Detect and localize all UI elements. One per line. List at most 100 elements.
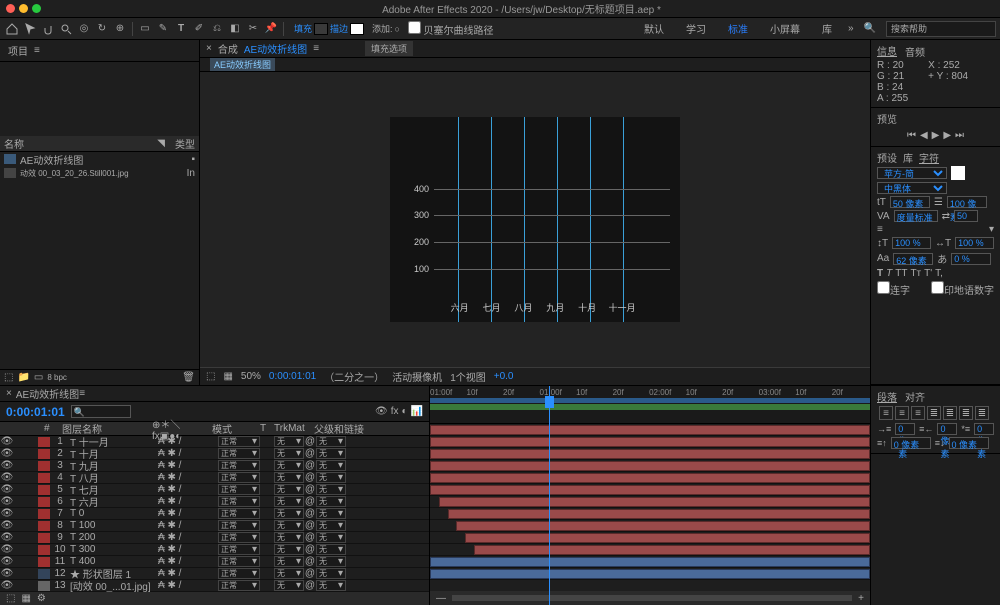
roto-tool-icon[interactable]: ✂	[245, 21, 261, 37]
zoom-dropdown[interactable]: 50%	[241, 371, 261, 382]
toggle-modes-icon[interactable]: ▦	[21, 593, 30, 604]
workspace-tab-learn[interactable]: 学习	[680, 21, 712, 36]
res-icon[interactable]: ▦	[223, 371, 232, 382]
font-size-input[interactable]: 50 像素	[890, 196, 930, 208]
selection-tool-icon[interactable]	[22, 21, 38, 37]
visibility-icon[interactable]: 👁	[0, 448, 14, 459]
project-item-comp[interactable]: AE动效折线图 ▪	[0, 152, 199, 166]
stroke-label[interactable]: 描边	[330, 22, 348, 35]
col-trkmat[interactable]: TrkMat	[272, 423, 312, 434]
blend-mode-dropdown[interactable]: 正常▾	[218, 556, 260, 567]
layer-bar[interactable]	[430, 437, 870, 447]
zoom-in-icon[interactable]: +	[858, 593, 864, 604]
trkmat-dropdown[interactable]: 无▾	[274, 580, 304, 591]
layer-name[interactable]: T 0	[68, 508, 158, 519]
label-color[interactable]	[38, 533, 50, 543]
graph-icon[interactable]: 📊	[411, 406, 423, 417]
justify-all-icon[interactable]: ≣	[975, 406, 989, 420]
visibility-icon[interactable]: 👁	[0, 580, 14, 591]
exposure[interactable]: +0.0	[494, 371, 514, 382]
trash-icon[interactable]: 🗑	[182, 372, 195, 383]
layer-name[interactable]: [动效 00_...01.jpg]	[68, 578, 158, 593]
align-tab[interactable]: 对齐	[905, 389, 925, 404]
search-icon[interactable]: 🔍	[864, 23, 876, 34]
visibility-icon[interactable]: 👁	[0, 544, 14, 555]
layer-bar[interactable]	[474, 545, 870, 555]
layer-bar[interactable]	[465, 533, 870, 543]
label-color[interactable]	[38, 437, 50, 447]
search-input[interactable]: 搜索帮助	[886, 21, 996, 37]
leading-input[interactable]: 100 像素	[947, 196, 987, 208]
trkmat-dropdown[interactable]: 无▾	[274, 484, 304, 495]
font-weight-dropdown[interactable]: 中黑体	[877, 182, 947, 194]
blend-mode-dropdown[interactable]: 正常▾	[218, 496, 260, 507]
composition-canvas[interactable]: 400 300 200 100 六月 七月 八月 九月 十月 十一月	[390, 117, 680, 322]
blend-mode-dropdown[interactable]: 正常▾	[218, 484, 260, 495]
last-frame-icon[interactable]: ⏭	[955, 130, 964, 141]
layer-name[interactable]: T 300	[68, 544, 158, 555]
layer-bar[interactable]	[439, 497, 870, 507]
next-frame-icon[interactable]: ▶	[943, 130, 951, 141]
comp-name-tab[interactable]: AE动效折线图	[244, 41, 307, 56]
parent-dropdown[interactable]: 无▾	[316, 580, 346, 591]
trkmat-dropdown[interactable]: 无▾	[274, 544, 304, 555]
blend-mode-dropdown[interactable]: 正常▾	[218, 436, 260, 447]
fill-color-swatch[interactable]	[951, 166, 965, 180]
blend-mode-dropdown[interactable]: 正常▾	[218, 460, 260, 471]
track-area[interactable]	[430, 424, 870, 591]
layer-bar[interactable]	[456, 521, 870, 531]
fill-swatch[interactable]	[314, 23, 328, 35]
blend-mode-dropdown[interactable]: 正常▾	[218, 568, 260, 579]
anchor-tool-icon[interactable]: ⊕	[112, 21, 128, 37]
blend-mode-dropdown[interactable]: 正常▾	[218, 448, 260, 459]
playhead[interactable]	[549, 386, 550, 605]
layer-row[interactable]: 👁2T 十月₳ ✱ /正常▾无▾@无▾	[0, 448, 429, 460]
ligature-checkbox[interactable]: 连字	[877, 281, 910, 297]
fill-label[interactable]: 填充	[294, 22, 312, 35]
maximize-window-button[interactable]	[32, 4, 41, 13]
minimize-window-button[interactable]	[19, 4, 28, 13]
zoom-slider[interactable]	[452, 595, 852, 601]
visibility-icon[interactable]: 👁	[0, 436, 14, 447]
layer-name[interactable]: T 200	[68, 532, 158, 543]
layer-bar[interactable]	[430, 449, 870, 459]
project-item-image[interactable]: 动效 00_03_20_26.Still001.jpg In	[0, 166, 199, 180]
layer-row[interactable]: 👁11T 400₳ ✱ /正常▾无▾@无▾	[0, 556, 429, 568]
layer-row[interactable]: 👁9T 200₳ ✱ /正常▾无▾@无▾	[0, 532, 429, 544]
viewer-lock-icon[interactable]: ×	[206, 43, 212, 54]
brush-tool-icon[interactable]: ✐	[191, 21, 207, 37]
trkmat-dropdown[interactable]: 无▾	[274, 556, 304, 567]
preview-tab[interactable]: 预览	[877, 111, 994, 126]
frame-blend-icon[interactable]: ⚙	[37, 593, 46, 604]
trkmat-dropdown[interactable]: 无▾	[274, 568, 304, 579]
eraser-tool-icon[interactable]: ◧	[227, 21, 243, 37]
workspace-tab-library[interactable]: 库	[816, 21, 838, 36]
rotate-tool-icon[interactable]: ↻	[94, 21, 110, 37]
layer-row[interactable]: 👁8T 100₳ ✱ /正常▾无▾@无▾	[0, 520, 429, 532]
label-color[interactable]	[38, 545, 50, 555]
blend-mode-dropdown[interactable]: 正常▾	[218, 520, 260, 531]
parent-dropdown[interactable]: 无▾	[316, 532, 346, 543]
mag-icon[interactable]: ⬚	[206, 371, 215, 382]
comp-flowchart-link[interactable]: AE动效折线图	[210, 58, 275, 71]
parent-dropdown[interactable]: 无▾	[316, 544, 346, 555]
timecode-display[interactable]: 0:00:01:01	[6, 405, 65, 419]
close-window-button[interactable]	[6, 4, 15, 13]
parent-dropdown[interactable]: 无▾	[316, 508, 346, 519]
zoom-out-icon[interactable]: —	[436, 593, 446, 604]
visibility-icon[interactable]: 👁	[0, 496, 14, 507]
quality-dropdown[interactable]: （二分之一）	[324, 369, 384, 384]
play-icon[interactable]: ▶	[932, 130, 940, 141]
hand-tool-icon[interactable]	[40, 21, 56, 37]
parent-dropdown[interactable]: 无▾	[316, 484, 346, 495]
mb-icon[interactable]: ◐	[402, 406, 408, 417]
puppet-tool-icon[interactable]: 📌	[263, 21, 279, 37]
project-col-name[interactable]: 名称	[4, 136, 157, 151]
font-family-dropdown[interactable]: 苹方-简	[877, 167, 947, 179]
new-comp-icon[interactable]: ▭	[34, 372, 43, 383]
visibility-icon[interactable]: 👁	[0, 520, 14, 531]
layer-bar[interactable]	[430, 557, 870, 567]
label-color[interactable]	[38, 569, 50, 579]
stamp-tool-icon[interactable]: ⎌	[209, 21, 225, 37]
blend-mode-dropdown[interactable]: 正常▾	[218, 544, 260, 555]
